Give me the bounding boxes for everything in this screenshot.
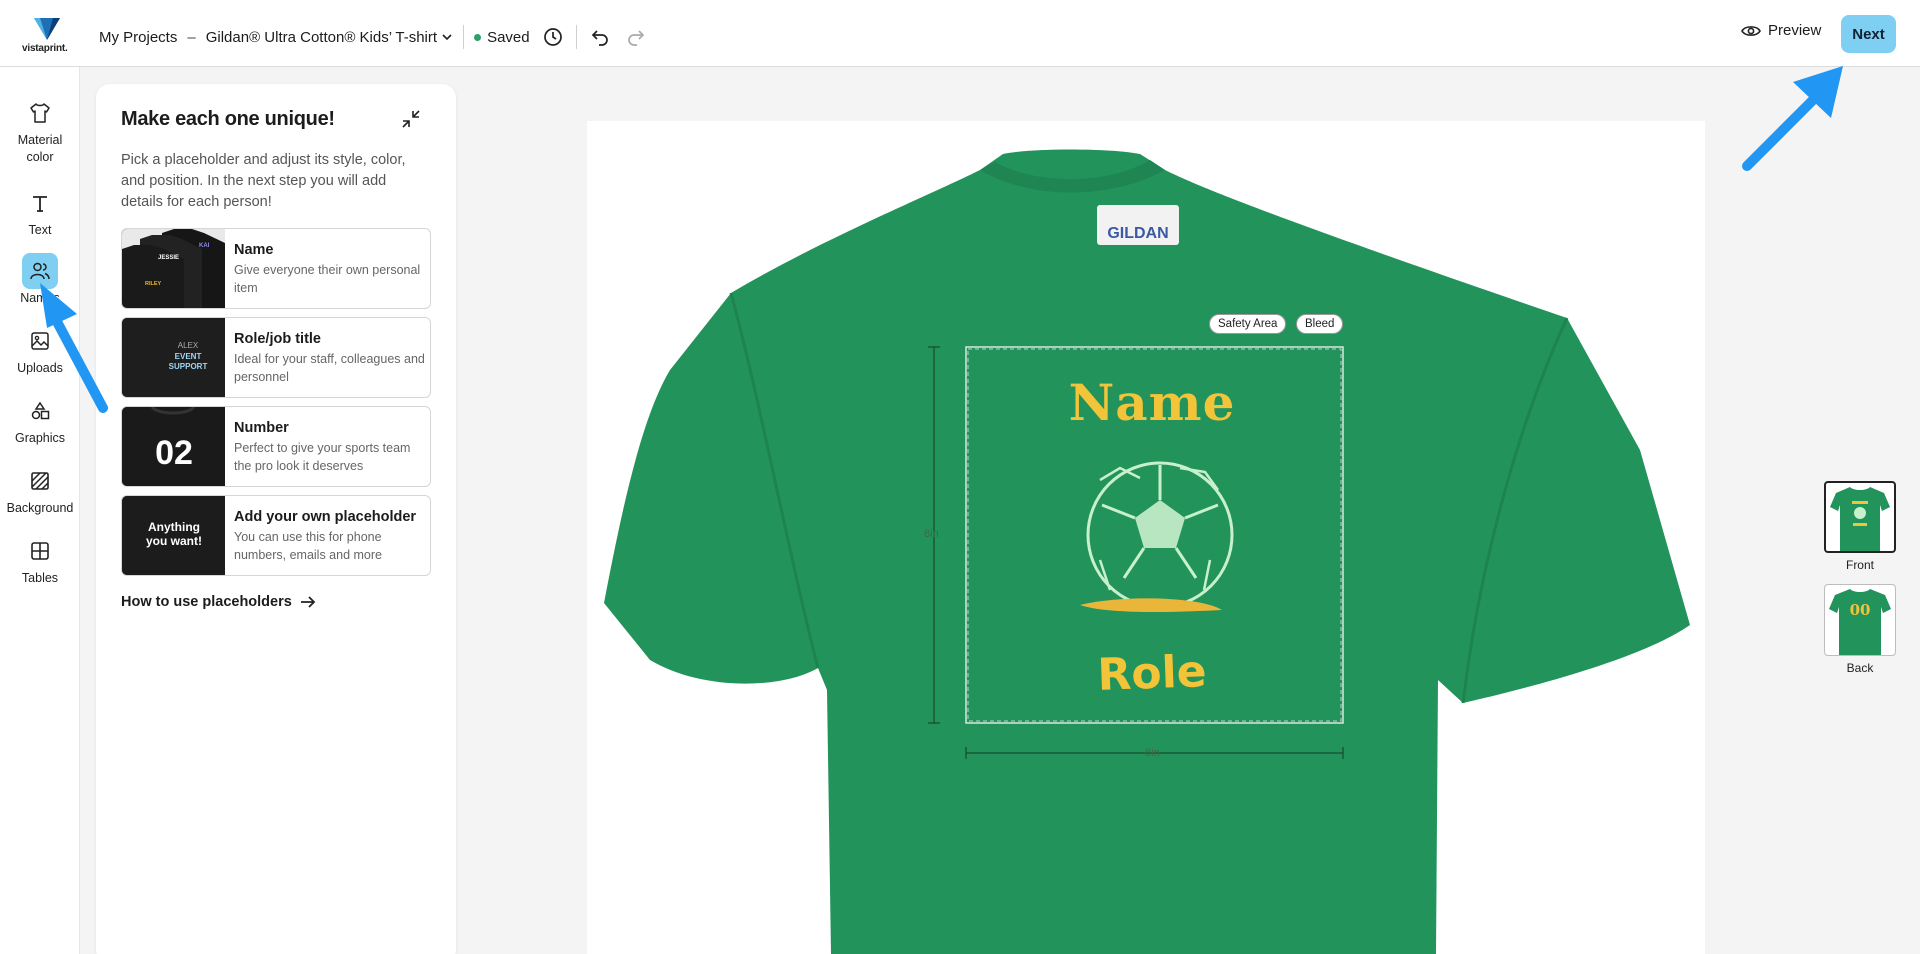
collapse-icon[interactable] [400,108,422,130]
thumb-text: JESSIE [158,255,179,261]
name-placeholder[interactable]: Name [966,373,1338,432]
rail-label: Tables [21,571,59,585]
tool-rail: Material color Text Names Uploads Graphi… [0,67,80,954]
divider [575,25,577,49]
tshirt-mockup: GILDAN [604,149,1690,954]
placeholder-name: Add your own placeholder [234,509,417,525]
placeholder-name: Role/job title [234,331,321,347]
placeholder-name: Name [234,242,274,258]
shirt-brand-label: GILDAN [1107,225,1168,242]
placeholder-description: Ideal for your staff, colleagues and per… [234,352,425,384]
annotation-arrow-names [40,283,108,413]
saved-dot-icon [474,33,482,41]
thumb-text: EVENT [175,352,202,361]
custom-shirt-thumbnail: Anything you want! [122,496,225,575]
tshirt-icon [22,95,58,131]
placeholder-description: Perfect to give your sports team the pro… [234,441,411,473]
width-dimension-label: 8in [1145,747,1160,759]
redo-icon [627,30,644,46]
rail-label: Background [6,501,74,515]
undo-button[interactable] [587,24,613,50]
safety-area-tag[interactable]: Safety Area [1209,314,1287,334]
breadcrumb-separator: – [187,28,196,46]
panel-title: Make each one unique! [121,108,335,130]
front-shirt-icon [1830,487,1890,551]
thumb-text: you want! [146,534,202,548]
breadcrumb: My Projects – Gildan® Ultra Cotton® Kids… [99,24,649,50]
eye-icon [1741,25,1761,36]
how-to-placeholders-link[interactable]: How to use placeholders [121,594,316,610]
history-button[interactable] [540,24,566,50]
back-view-thumbnail[interactable]: 00 [1824,584,1896,656]
clock-icon [543,28,562,46]
saved-status: Saved [474,29,530,46]
howto-label: How to use placeholders [121,594,292,610]
divider [463,25,465,49]
rail-label: Graphics [14,431,66,445]
text-icon [22,185,58,221]
thumb-text: ALEX [178,341,199,350]
back-number: 00 [1850,601,1871,619]
product-dropdown[interactable]: Gildan® Ultra Cotton® Kids’ T-shirt [206,29,453,46]
placeholder-description: Give everyone their own personal item [234,263,421,295]
redo-button[interactable] [623,24,649,50]
table-icon [22,533,58,569]
placeholder-description: You can use this for phone numbers, emai… [234,530,382,562]
undo-icon [591,30,608,46]
back-view-label: Back [1846,661,1874,675]
placeholder-name: Number [234,420,289,436]
placeholder-card-name[interactable]: KAI JESSIE RILEY Name Give everyone thei… [121,228,431,309]
top-bar: vistaprint. My Projects – Gildan® Ultra … [0,0,1920,67]
height-dimension-label: 8in [924,528,939,540]
rail-item-text[interactable]: Text [0,185,80,239]
placeholder-card-custom[interactable]: Anything you want! Add your own placehol… [121,495,431,576]
placeholder-card-number[interactable]: 02 Number Perfect to give your sports te… [121,406,431,487]
chevron-down-icon [442,34,452,41]
name-shirts-thumbnail: KAI JESSIE RILEY [122,229,225,308]
thumb-text: 02 [155,434,193,472]
number-shirt-thumbnail: 02 [122,407,225,486]
preview-button[interactable]: Preview [1741,22,1821,39]
rail-item-tables[interactable]: Tables [0,533,80,587]
logo-text: vistaprint. [22,43,68,54]
my-projects-link[interactable]: My Projects [99,29,177,46]
thumb-text: SUPPORT [169,362,208,371]
thumb-text: KAI [199,243,210,249]
front-view-thumbnail[interactable] [1824,481,1896,553]
annotation-arrow-next [1742,66,1843,171]
product-name: Gildan® Ultra Cotton® Kids’ T-shirt [205,28,438,46]
bleed-tag[interactable]: Bleed [1296,314,1344,334]
arrow-right-icon [300,596,316,608]
rail-item-material-color[interactable]: Material color [0,95,80,166]
role-shirt-thumbnail: ALEX EVENT SUPPORT [122,318,225,397]
front-view-label: Front [1845,558,1874,572]
placeholder-card-role[interactable]: ALEX EVENT SUPPORT Role/job title Ideal … [121,317,431,398]
thumb-text: RILEY [145,281,162,287]
panel-description: Pick a placeholder and adjust its style,… [121,152,406,210]
rail-label: Text [28,223,52,237]
back-shirt-icon: 00 [1829,589,1891,655]
next-button[interactable]: Next [1841,15,1896,53]
thumb-text: Anything [148,520,200,534]
rail-label: Material color [17,133,63,164]
background-icon [22,463,58,499]
saved-label: Saved [487,28,530,46]
placeholders-panel: Make each one unique! Pick a placeholder… [96,84,456,954]
rail-item-background[interactable]: Background [0,463,80,517]
preview-label: Preview [1768,22,1822,39]
